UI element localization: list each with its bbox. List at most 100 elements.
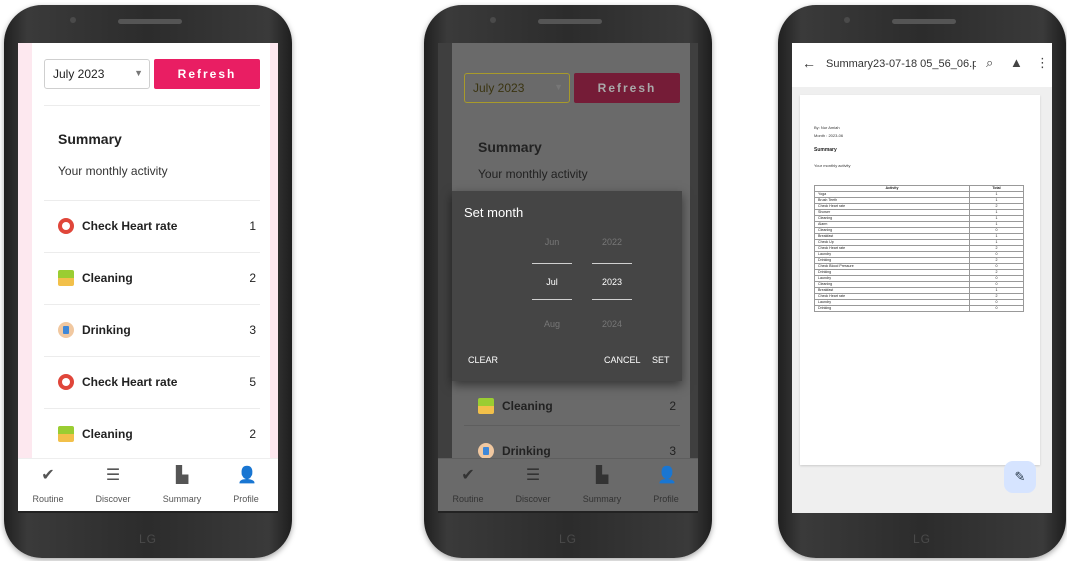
profile-icon: 👤 — [657, 467, 677, 484]
chevron-down-icon: ▼ — [134, 68, 143, 78]
summary-title: Summary — [478, 139, 542, 155]
pdf-viewer-screen: ← Summary23-07-18 05_56_06.p... ⌕ ▲ ⋮ By… — [792, 43, 1052, 513]
phone-speaker — [118, 19, 182, 24]
activity-count: 3 — [669, 444, 676, 458]
picker-line — [532, 299, 572, 300]
drive-icon[interactable]: ▲ — [1010, 55, 1023, 70]
front-camera — [490, 17, 496, 23]
nav-profile[interactable]: 👤 Profile — [216, 467, 276, 507]
nav-label: Routine — [32, 494, 64, 504]
list-item[interactable]: Cleaning 2 — [44, 408, 260, 460]
month-select-value: July 2023 — [473, 81, 525, 95]
nav-discover[interactable]: ☰ Discover — [83, 467, 143, 507]
pdf-page: By: Nur Amiah Month : 2023-06 Summary Yo… — [800, 95, 1040, 465]
cleaning-icon — [478, 398, 494, 414]
activity-label: Check Heart rate — [82, 375, 178, 389]
chevron-down-icon: ▼ — [554, 82, 563, 92]
nav-summary[interactable]: ▙ Summary — [572, 467, 632, 507]
month-select-value: July 2023 — [53, 67, 105, 81]
nav-discover[interactable]: ☰ Discover — [503, 467, 563, 507]
profile-icon: 👤 — [237, 467, 257, 484]
summary-title: Summary — [58, 131, 122, 147]
summary-screen: July 2023 ▼ Refresh Summary Your monthly… — [18, 43, 278, 513]
activity-label: Drinking — [502, 444, 551, 458]
drinking-icon — [58, 322, 74, 338]
cancel-button[interactable]: CANCEL — [604, 355, 641, 365]
heart-icon — [58, 218, 74, 234]
pdf-subheading: Your monthly activity — [814, 163, 851, 168]
year-option[interactable]: 2022 — [592, 237, 632, 247]
nav-routine[interactable]: ✔ Routine — [18, 467, 78, 507]
activity-label: Cleaning — [82, 427, 133, 441]
phone-brand-logo: LG — [558, 532, 577, 546]
front-camera — [70, 17, 76, 23]
pdf-activity-table: Activity Total Yoga 1 Brush Teeth 1 Check He… — [814, 185, 1024, 312]
cleaning-icon — [58, 426, 74, 442]
table-row: Drinking 0 — [814, 305, 1024, 312]
bottom-nav: ✔ Routine ☰ Discover ▙ Summary 👤 Profile — [18, 458, 278, 513]
month-picker-screen: July 2023 ▼ Refresh Summary Your monthly… — [438, 43, 698, 513]
bottom-nav: ✔ Routine ☰ Discover ▙ Summary 👤 Profile — [438, 458, 698, 513]
pdf-file-name: Summary23-07-18 05_56_06.p... — [826, 58, 976, 70]
month-select[interactable]: July 2023 ▼ — [44, 59, 150, 89]
picker-line — [592, 299, 632, 300]
list-item[interactable]: Cleaning 2 — [44, 252, 260, 304]
divider — [44, 105, 260, 106]
activity-label: Cleaning — [82, 271, 133, 285]
table-cell-activity: Drinking — [814, 305, 970, 312]
pdf-heading: Summary — [814, 147, 837, 153]
pdf-toolbar: ← Summary23-07-18 05_56_06.p... ⌕ ▲ ⋮ — [792, 43, 1052, 87]
activity-count: 2 — [249, 271, 256, 285]
search-document-icon[interactable]: ⌕ — [986, 55, 993, 71]
summary-subtitle: Your monthly activity — [478, 167, 588, 181]
nav-label: Summary — [582, 494, 622, 504]
phone-brand-logo: LG — [912, 532, 931, 546]
more-options-icon[interactable]: ⋮ — [1036, 55, 1049, 71]
summary-subtitle: Your monthly activity — [58, 164, 168, 178]
nav-label: Profile — [653, 494, 679, 504]
activity-label: Check Heart rate — [82, 219, 178, 233]
table-cell-total: 0 — [969, 305, 1024, 312]
phone-summary: July 2023 ▼ Refresh Summary Your monthly… — [4, 5, 292, 558]
nav-summary[interactable]: ▙ Summary — [152, 467, 212, 507]
list-icon: ☰ — [105, 467, 121, 484]
year-option-selected[interactable]: 2023 — [592, 277, 632, 287]
month-option-selected[interactable]: Jul — [532, 277, 572, 287]
edit-fab[interactable]: ✎ — [1004, 461, 1036, 493]
back-arrow-icon[interactable]: ← — [802, 55, 816, 71]
heart-icon — [58, 374, 74, 390]
list-item[interactable]: Check Heart rate 1 — [44, 200, 260, 252]
bar-chart-icon: ▙ — [595, 467, 609, 484]
clear-button[interactable]: CLEAR — [468, 355, 498, 365]
list-item[interactable]: Check Heart rate 5 — [44, 356, 260, 408]
dialog-title: Set month — [464, 205, 524, 220]
pdf-month: Month : 2023-06 — [814, 133, 844, 138]
activity-count: 1 — [249, 219, 256, 233]
nav-profile[interactable]: 👤 Profile — [636, 467, 696, 507]
year-option[interactable]: 2024 — [592, 319, 632, 329]
month-select[interactable]: July 2023 ▼ — [464, 73, 570, 103]
refresh-button[interactable]: Refresh — [574, 73, 680, 103]
activity-count: 2 — [249, 427, 256, 441]
set-button[interactable]: SET — [652, 355, 670, 365]
phone-speaker — [538, 19, 602, 24]
nav-label: Discover — [515, 494, 551, 504]
refresh-button[interactable]: Refresh — [154, 59, 260, 89]
pdf-area[interactable]: By: Nur Amiah Month : 2023-06 Summary Yo… — [792, 87, 1052, 513]
picker-line — [532, 263, 572, 264]
month-option[interactable]: Aug — [532, 319, 572, 329]
activity-label: Cleaning — [502, 399, 553, 413]
list-item[interactable]: Drinking 3 — [44, 304, 260, 356]
list-icon: ☰ — [525, 467, 541, 484]
picker-line — [592, 263, 632, 264]
nav-label: Routine — [452, 494, 484, 504]
drinking-icon — [478, 443, 494, 459]
phone-month-picker: July 2023 ▼ Refresh Summary Your monthly… — [424, 5, 712, 558]
activity-count: 5 — [249, 375, 256, 389]
cleaning-icon — [58, 270, 74, 286]
check-circle-icon: ✔ — [461, 467, 475, 484]
activity-count: 3 — [249, 323, 256, 337]
table-body: Yoga 1 Brush Teeth 1 Check Heart rate 2 Shower… — [814, 191, 1024, 312]
month-option[interactable]: Jun — [532, 237, 572, 247]
nav-routine[interactable]: ✔ Routine — [438, 467, 498, 507]
